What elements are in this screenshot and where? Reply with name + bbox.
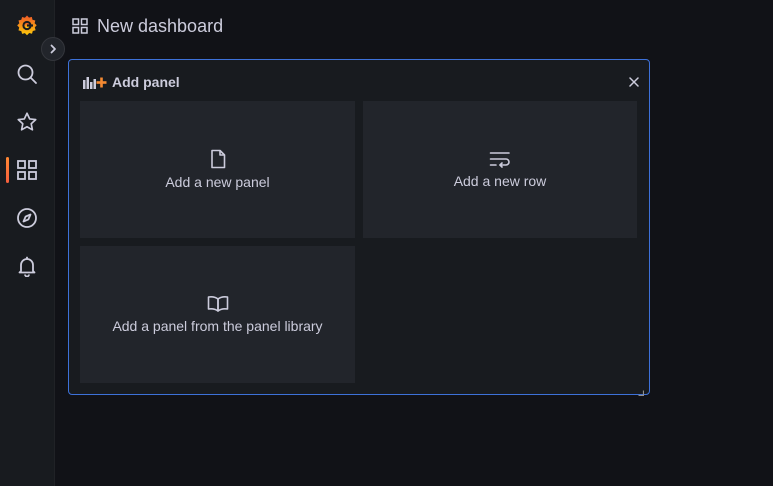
option-label: Add a new panel [165, 174, 270, 190]
resize-handle[interactable] [638, 383, 645, 397]
close-icon [629, 77, 639, 87]
bell-icon [18, 256, 36, 277]
sidebar-item-explore[interactable] [0, 198, 54, 238]
sidebar-item-alerting[interactable] [0, 246, 54, 286]
add-panel-icon [83, 77, 107, 89]
star-icon [17, 112, 37, 131]
sidebar-item-search[interactable] [0, 54, 54, 94]
option-label: Add a new row [453, 173, 547, 189]
add-new-panel-button[interactable]: Add a new panel [80, 101, 355, 238]
expand-sidebar-button[interactable] [41, 37, 65, 61]
page-title[interactable]: New dashboard [97, 16, 223, 37]
add-new-row-button[interactable]: Add a new row [363, 101, 637, 238]
resize-corner-icon [638, 390, 645, 397]
close-button[interactable] [628, 75, 640, 87]
wrap-text-icon [489, 152, 510, 168]
sidebar-item-dashboards[interactable] [0, 150, 54, 190]
grafana-logo-icon [17, 15, 37, 36]
book-open-icon [207, 296, 228, 312]
sidebar [0, 0, 55, 486]
add-panel-from-library-button[interactable]: Add a panel from the panel library [80, 246, 355, 383]
search-icon [17, 64, 37, 84]
dashboard-title-bar: New dashboard [72, 14, 223, 38]
add-panel-widget: Add panel Add a new panel Add a new row … [68, 59, 650, 397]
apps-icon [17, 160, 37, 180]
chevron-right-icon [50, 44, 56, 54]
compass-icon [17, 208, 37, 228]
panel-header: Add panel [83, 73, 180, 91]
dashboard-grid-icon [72, 18, 88, 34]
file-icon [210, 149, 225, 169]
option-label: Add a panel from the panel library [112, 318, 323, 334]
sidebar-item-starred[interactable] [0, 102, 54, 142]
panel-title: Add panel [112, 74, 180, 90]
